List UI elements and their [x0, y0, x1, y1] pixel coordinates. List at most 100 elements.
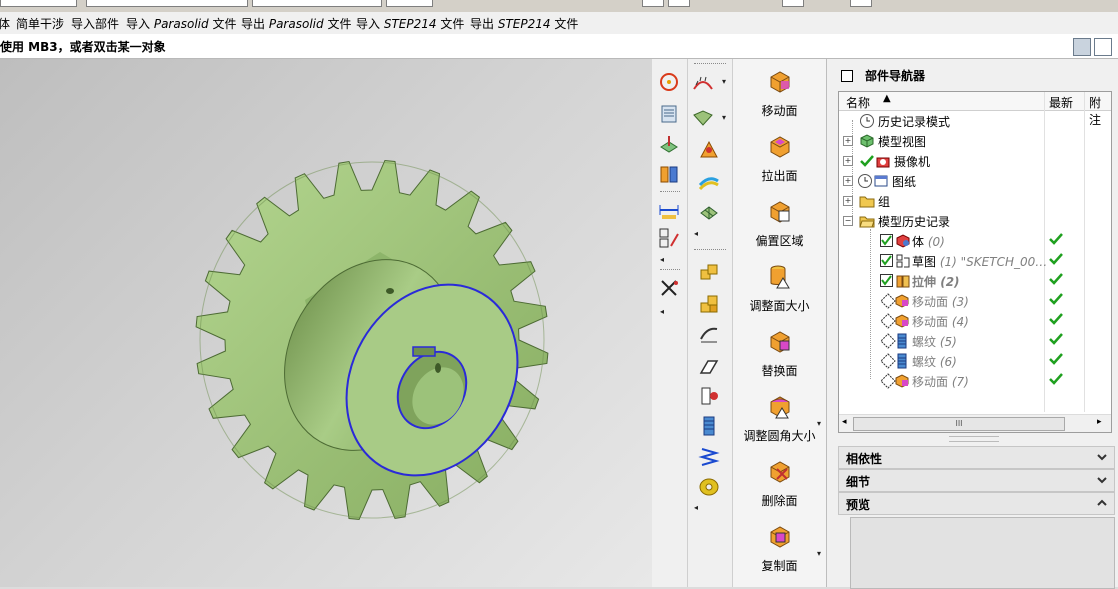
tree-row-drawings[interactable]: + 图纸: [839, 171, 1111, 191]
copy-face-button[interactable]: 复制面: [733, 514, 826, 574]
preview-section[interactable]: 预览: [838, 492, 1115, 515]
toolbar-grip[interactable]: [694, 63, 726, 66]
tree-row-extrude[interactable]: 拉伸 (2): [839, 271, 1111, 291]
dropdown-arrow[interactable]: ▾: [722, 77, 726, 86]
scroll-right-icon[interactable]: ▸: [1097, 417, 1102, 427]
pull-face-button[interactable]: 拉出面: [733, 124, 826, 184]
tree-row-cameras[interactable]: + 摄像机: [839, 151, 1111, 171]
shell-tool[interactable]: [690, 105, 716, 131]
clock-icon: [860, 114, 874, 128]
tree-row-move-face-3[interactable]: 移动面 (3): [839, 291, 1111, 311]
pin-icon[interactable]: [841, 69, 853, 82]
tree-row-move-face-7[interactable]: 移动面 (7): [839, 371, 1111, 391]
layer-tool[interactable]: [656, 101, 682, 127]
dropdown-arrow[interactable]: ◂: [694, 503, 698, 512]
assembly-tool-2[interactable]: [696, 291, 722, 317]
cue-text: 使用 MB3，或者双击某一对象: [0, 40, 166, 54]
menu-item-import-parasolid[interactable]: 导入 Parasolid 文件: [126, 15, 236, 32]
visibility-checkbox[interactable]: [880, 274, 893, 287]
toolbar-grip[interactable]: [694, 249, 726, 252]
details-section[interactable]: 细节: [838, 469, 1115, 492]
tree-row-thread-6[interactable]: 螺纹 (6): [839, 351, 1111, 371]
toolbar-button[interactable]: [642, 0, 664, 7]
menu-item-import-part[interactable]: 导入部件: [71, 15, 119, 32]
mesh-tool[interactable]: [696, 199, 722, 225]
tree-row-model-views[interactable]: + 模型视图: [839, 131, 1111, 151]
delete-tool[interactable]: [656, 275, 682, 301]
navigator-tree[interactable]: 名称 ▲ 最新 附注 历史记录模式 + 模型视图 + 摄像机 + 图纸 + 组 …: [838, 91, 1112, 433]
curvature-tool[interactable]: [696, 137, 722, 163]
dropdown-arrow[interactable]: ◂: [660, 307, 664, 316]
dropdown-arrow[interactable]: ◂: [694, 229, 698, 238]
scroll-thumb[interactable]: III: [853, 417, 1065, 431]
tree-row-history-mode[interactable]: 历史记录模式: [839, 111, 1111, 131]
graphics-viewport[interactable]: [0, 59, 652, 587]
expand-icon[interactable]: +: [843, 176, 853, 186]
washer-tool[interactable]: [696, 473, 722, 499]
section-tool[interactable]: [656, 161, 682, 187]
measure-tool[interactable]: [656, 197, 682, 223]
offset-region-button[interactable]: 偏置区域: [733, 189, 826, 249]
tree-row-model-history[interactable]: − 模型历史记录: [839, 211, 1111, 231]
menu-item-export-step214[interactable]: 导出 STEP214 文件: [470, 15, 578, 32]
window-icon[interactable]: [1094, 38, 1112, 56]
layout-icon[interactable]: [1073, 38, 1091, 56]
expand-icon[interactable]: +: [843, 136, 853, 146]
collapse-icon[interactable]: −: [843, 216, 853, 226]
toolbar-button[interactable]: [850, 0, 872, 7]
toolbar-button[interactable]: [668, 0, 690, 7]
tree-row-body[interactable]: 体 (0): [839, 231, 1111, 251]
dropdown-arrow[interactable]: ◂: [660, 255, 664, 264]
resize-face-button[interactable]: 调整面大小: [733, 254, 826, 314]
menu-item-body[interactable]: 体: [0, 15, 10, 32]
rotate-tool[interactable]: [656, 69, 682, 95]
scroll-left-icon[interactable]: ◂: [842, 417, 847, 427]
horizontal-scrollbar[interactable]: ◂ III ▸: [839, 414, 1111, 432]
column-name-header[interactable]: 名称: [846, 94, 870, 111]
menu-item-simple-interference[interactable]: 简单干涉: [16, 15, 64, 32]
visibility-checkbox[interactable]: [880, 234, 893, 247]
toolbar-dropdown[interactable]: [386, 0, 433, 7]
toolbar-grip[interactable]: [660, 191, 680, 194]
replace-face-button[interactable]: 替换面: [733, 319, 826, 379]
chamfer-tool[interactable]: [696, 353, 722, 379]
tree-row-sketch[interactable]: 草图 (1) "SKETCH_00…: [839, 251, 1111, 271]
sprocket-model[interactable]: [0, 59, 652, 587]
expand-icon[interactable]: +: [843, 196, 853, 206]
toolbar-button[interactable]: [782, 0, 804, 7]
tree-row-thread-5[interactable]: 螺纹 (5): [839, 331, 1111, 351]
dropdown-arrow[interactable]: ▾: [722, 113, 726, 122]
feature-note: (5): [939, 335, 957, 349]
move-face-button[interactable]: 移动面: [733, 59, 826, 119]
expand-icon[interactable]: +: [843, 156, 853, 166]
thread-tool[interactable]: [696, 413, 722, 439]
toolbar-dropdown[interactable]: [252, 0, 382, 7]
assembly-tool[interactable]: [696, 259, 722, 285]
visibility-checkbox[interactable]: [880, 254, 893, 267]
delete-face-button[interactable]: 删除面: [733, 449, 826, 509]
sketch-tool[interactable]: [656, 225, 682, 251]
dependencies-section[interactable]: 相依性: [838, 446, 1115, 469]
wcs-tool[interactable]: [656, 131, 682, 157]
menu-item-import-step214[interactable]: 导入 STEP214 文件: [356, 15, 464, 32]
dropdown-arrow[interactable]: ▾: [817, 549, 821, 558]
tree-row-groups[interactable]: + 组: [839, 191, 1111, 211]
dropdown-arrow[interactable]: ▾: [817, 419, 821, 428]
resize-blend-button[interactable]: 调整圆角大小: [733, 384, 826, 444]
hole-tool[interactable]: [696, 383, 722, 409]
column-latest-header[interactable]: 最新: [1049, 94, 1073, 111]
draft-tool[interactable]: [690, 69, 716, 95]
delete-face-label: 删除面: [761, 494, 798, 508]
toolbar-dropdown[interactable]: [0, 0, 77, 7]
spring-tool[interactable]: [696, 443, 722, 469]
menu-item-export-parasolid[interactable]: 导出 Parasolid 文件: [241, 15, 351, 32]
surface-tool[interactable]: [696, 169, 722, 195]
tree-row-move-face-4[interactable]: 移动面 (4): [839, 311, 1111, 331]
toolbar-grip[interactable]: [660, 269, 680, 272]
feature-name: 移动面: [912, 295, 949, 309]
splitter-grip[interactable]: [949, 436, 999, 442]
resize-face-icon: [770, 265, 790, 289]
toolbar-dropdown[interactable]: [86, 0, 248, 7]
chevron-down-icon: [1097, 454, 1107, 461]
blend-tool[interactable]: [696, 321, 722, 347]
